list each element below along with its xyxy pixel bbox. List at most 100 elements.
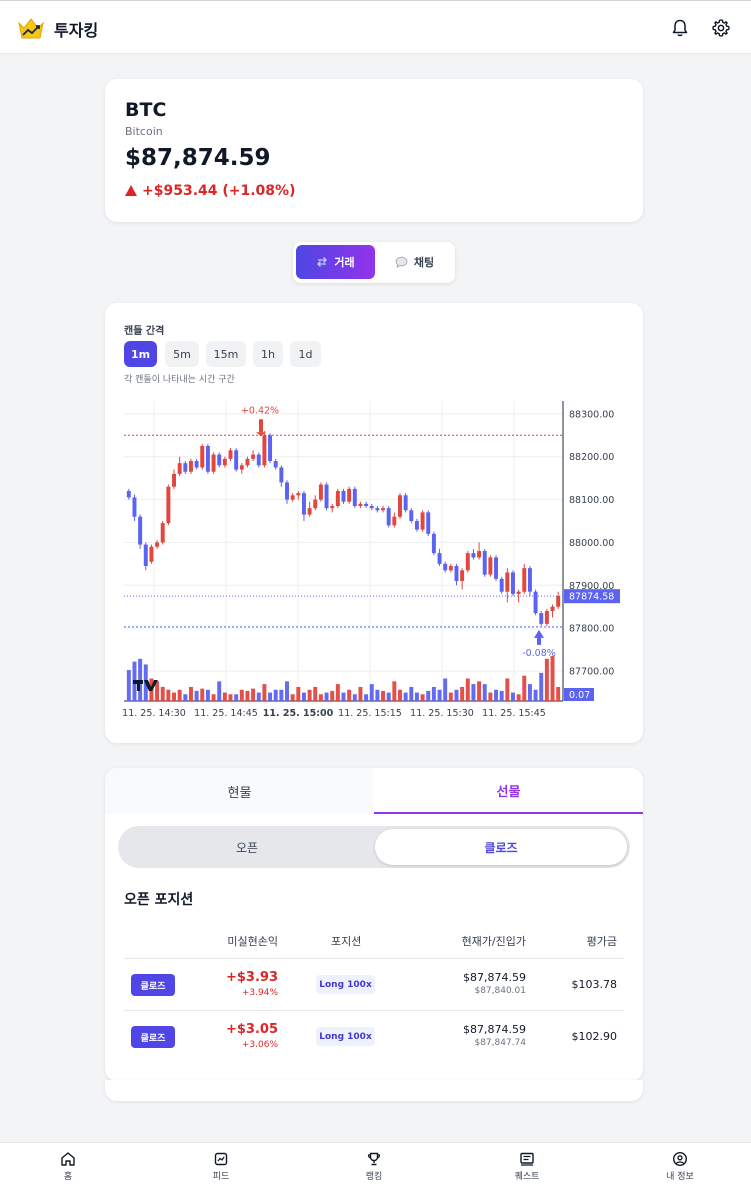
table-divider	[124, 958, 624, 959]
position-badge: Long 100x	[316, 975, 375, 994]
ticker-price: $87,874.59	[125, 145, 271, 171]
candle-body	[494, 557, 499, 579]
volume-bar	[448, 692, 453, 701]
volume-bar	[200, 688, 205, 701]
app-title: 투자킹	[54, 21, 99, 40]
gear-icon[interactable]	[711, 18, 731, 38]
ticker-name: Bitcoin	[125, 125, 163, 138]
column-value: 평가금	[586, 935, 617, 948]
volume-bar	[392, 681, 397, 701]
candle-body	[539, 613, 544, 624]
entry-price: $87,847.74	[474, 1038, 526, 1048]
volume-bar	[499, 690, 504, 701]
volume-bar	[482, 684, 487, 701]
candle-body	[251, 454, 256, 459]
chat-bubble-icon	[395, 256, 408, 268]
candle-body	[471, 553, 476, 558]
volume-bar	[409, 686, 414, 701]
nav-quest[interactable]: 퀘스트	[497, 1151, 557, 1182]
tab-futures[interactable]: 선물	[374, 768, 643, 814]
candle-body	[499, 578, 504, 592]
volume-bar	[381, 690, 386, 701]
volume-bar	[460, 686, 465, 701]
volume-bar	[488, 692, 493, 701]
candle-body	[369, 506, 374, 509]
candle-body	[188, 461, 193, 472]
nav-ranking[interactable]: 랭킹	[344, 1151, 404, 1182]
candle-body	[533, 591, 538, 614]
candle-body	[443, 563, 448, 571]
candle-body	[522, 568, 527, 592]
candle-body	[301, 493, 306, 515]
crown-chart-icon[interactable]	[17, 14, 45, 42]
ticker-change: +$953.44 (+1.08%)	[125, 183, 295, 199]
column-position: 포지션	[331, 935, 362, 948]
close-position-button[interactable]: 클로즈	[131, 1026, 175, 1048]
quest-board-icon	[520, 1152, 534, 1166]
volume-bar	[465, 678, 470, 701]
volume-bar	[454, 689, 459, 701]
volume-bar	[194, 690, 199, 701]
home-icon	[61, 1152, 75, 1166]
candle-body	[482, 551, 487, 575]
candle-body	[177, 463, 182, 474]
tab-trade[interactable]: 거래	[296, 245, 375, 279]
ticker-change-value: +$953.44 (+1.08%)	[142, 183, 296, 199]
column-unrealized-pnl: 미실현손익	[227, 935, 278, 948]
candle-body	[256, 454, 261, 466]
position-badge: Long 100x	[316, 1027, 375, 1046]
x-tick-label: 11. 25. 15:45	[482, 708, 546, 719]
x-tick-label: 11. 25. 15:30	[410, 708, 474, 719]
y-tick-label: 88300.00	[569, 409, 614, 420]
volume-bar	[375, 689, 380, 701]
volume-bar	[177, 689, 182, 701]
candle-body	[364, 503, 369, 506]
volume-bar	[364, 694, 369, 701]
candle-body	[516, 591, 521, 594]
volume-bar	[268, 692, 273, 701]
position-value: $102.90	[571, 1030, 618, 1043]
entry-price: $87,840.01	[474, 986, 526, 996]
tab-spot[interactable]: 현물	[105, 768, 374, 814]
card-stack-edge	[105, 1080, 643, 1101]
nav-profile[interactable]: 내 정보	[650, 1151, 710, 1182]
volume-bar	[539, 672, 544, 701]
volume-bar	[245, 690, 250, 701]
bell-icon[interactable]	[670, 18, 690, 38]
low-marker-arrow-stem	[537, 636, 541, 645]
open-toggle-button[interactable]: 오픈	[121, 829, 373, 865]
nav-feed[interactable]: 피드	[191, 1151, 251, 1182]
candlestick-chart[interactable]: 88300.0088200.0088100.0088000.0087900.00…	[105, 303, 643, 743]
candle-body	[222, 458, 227, 466]
candle-body	[347, 488, 352, 502]
exchange-icon	[317, 257, 328, 267]
trade-panel: 현물 선물 오픈 클로즈 오픈 포지션 미실현손익 포지션 현재가/진입가 평가…	[105, 768, 643, 1081]
candle-body	[341, 491, 346, 502]
candle-body	[296, 493, 301, 496]
volume-bar	[516, 694, 521, 701]
volume-bar	[324, 692, 329, 701]
candle-body	[239, 465, 244, 470]
volume-bar	[126, 670, 131, 701]
volume-bar	[550, 656, 555, 701]
candle-body	[279, 467, 284, 483]
volume-bar	[471, 684, 476, 701]
top-app-bar: 투자킹	[0, 0, 751, 54]
nav-home[interactable]: 홈	[38, 1151, 98, 1182]
y-tick-label: 87700.00	[569, 667, 614, 678]
close-toggle-button[interactable]: 클로즈	[375, 829, 627, 865]
volume-bar	[556, 686, 561, 701]
candle-body	[318, 484, 323, 500]
candle-body	[307, 508, 312, 515]
candle-body	[392, 516, 397, 526]
y-tick-label: 88000.00	[569, 538, 614, 549]
candle-body	[194, 461, 199, 468]
tab-chat[interactable]: 채팅	[375, 245, 454, 279]
close-position-button[interactable]: 클로즈	[131, 974, 175, 996]
volume-bar	[341, 692, 346, 701]
candle-body	[431, 533, 436, 554]
volume-bar	[527, 684, 532, 701]
volume-bar	[505, 678, 510, 701]
candle-body	[448, 566, 453, 571]
open-close-toggle: 오픈 클로즈	[118, 826, 630, 868]
